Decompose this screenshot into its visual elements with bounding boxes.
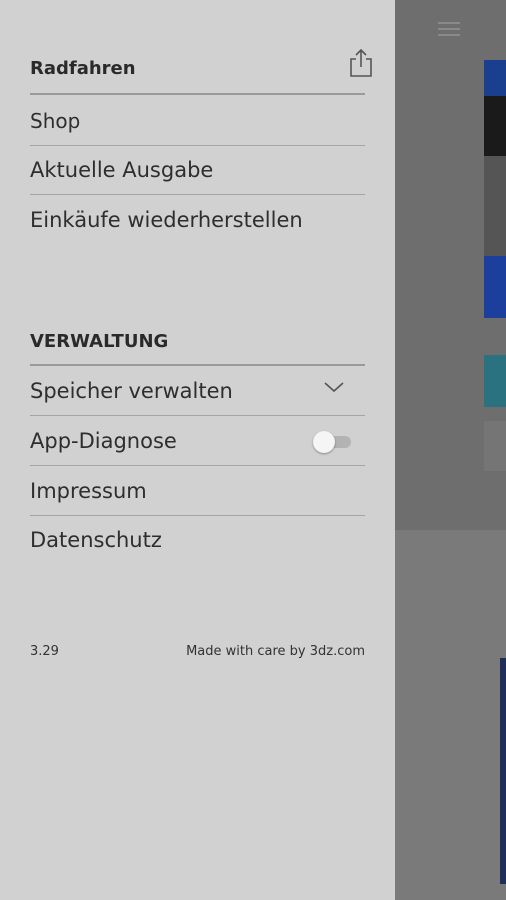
menu-item-label: Shop — [30, 109, 81, 133]
background-content-bottom — [395, 530, 506, 900]
navigation-drawer: Radfahren Shop Aktuelle Ausgabe Einkäufe… — [0, 0, 395, 900]
credit-link[interactable]: Made with care by 3dz.com — [186, 644, 365, 659]
menu-item-label: Impressum — [30, 479, 147, 503]
menu-item-datenschutz[interactable]: Datenschutz — [30, 515, 365, 565]
chevron-down-icon[interactable] — [323, 376, 345, 398]
magazine-cover-thumbnail-2[interactable] — [500, 658, 506, 884]
menu-item-label: Aktuelle Ausgabe — [30, 158, 214, 182]
menu-item-label: Speicher verwalten — [30, 379, 233, 403]
drawer-header: Radfahren — [30, 58, 365, 95]
magazine-cover-thumbnail[interactable] — [484, 60, 506, 318]
hamburger-menu-icon[interactable] — [438, 22, 460, 36]
menu-item-aktuelle-ausgabe[interactable]: Aktuelle Ausgabe — [30, 145, 365, 195]
menu-item-einkaufe-wiederherstellen[interactable]: Einkäufe wiederherstellen — [30, 195, 365, 245]
background-app — [395, 0, 506, 900]
background-secondary-button[interactable] — [484, 421, 506, 471]
app-diagnose-toggle[interactable] — [313, 431, 351, 453]
menu-item-speicher-verwalten[interactable]: Speicher verwalten — [30, 366, 365, 416]
menu-item-app-diagnose: App-Diagnose — [30, 416, 365, 466]
menu-item-shop[interactable]: Shop — [30, 96, 365, 146]
toggle-knob — [313, 431, 335, 453]
admin-section-title: VERWALTUNG — [30, 331, 169, 352]
drawer-title: Radfahren — [30, 58, 136, 79]
admin-section-header: VERWALTUNG — [30, 331, 365, 366]
menu-item-label: Einkäufe wiederherstellen — [30, 208, 303, 232]
menu-item-label: App-Diagnose — [30, 429, 177, 453]
version-label: 3.29 — [30, 644, 59, 659]
menu-item-label: Datenschutz — [30, 528, 162, 552]
menu-item-impressum[interactable]: Impressum — [30, 466, 365, 516]
background-action-button[interactable] — [484, 355, 506, 407]
share-icon[interactable] — [347, 48, 375, 78]
